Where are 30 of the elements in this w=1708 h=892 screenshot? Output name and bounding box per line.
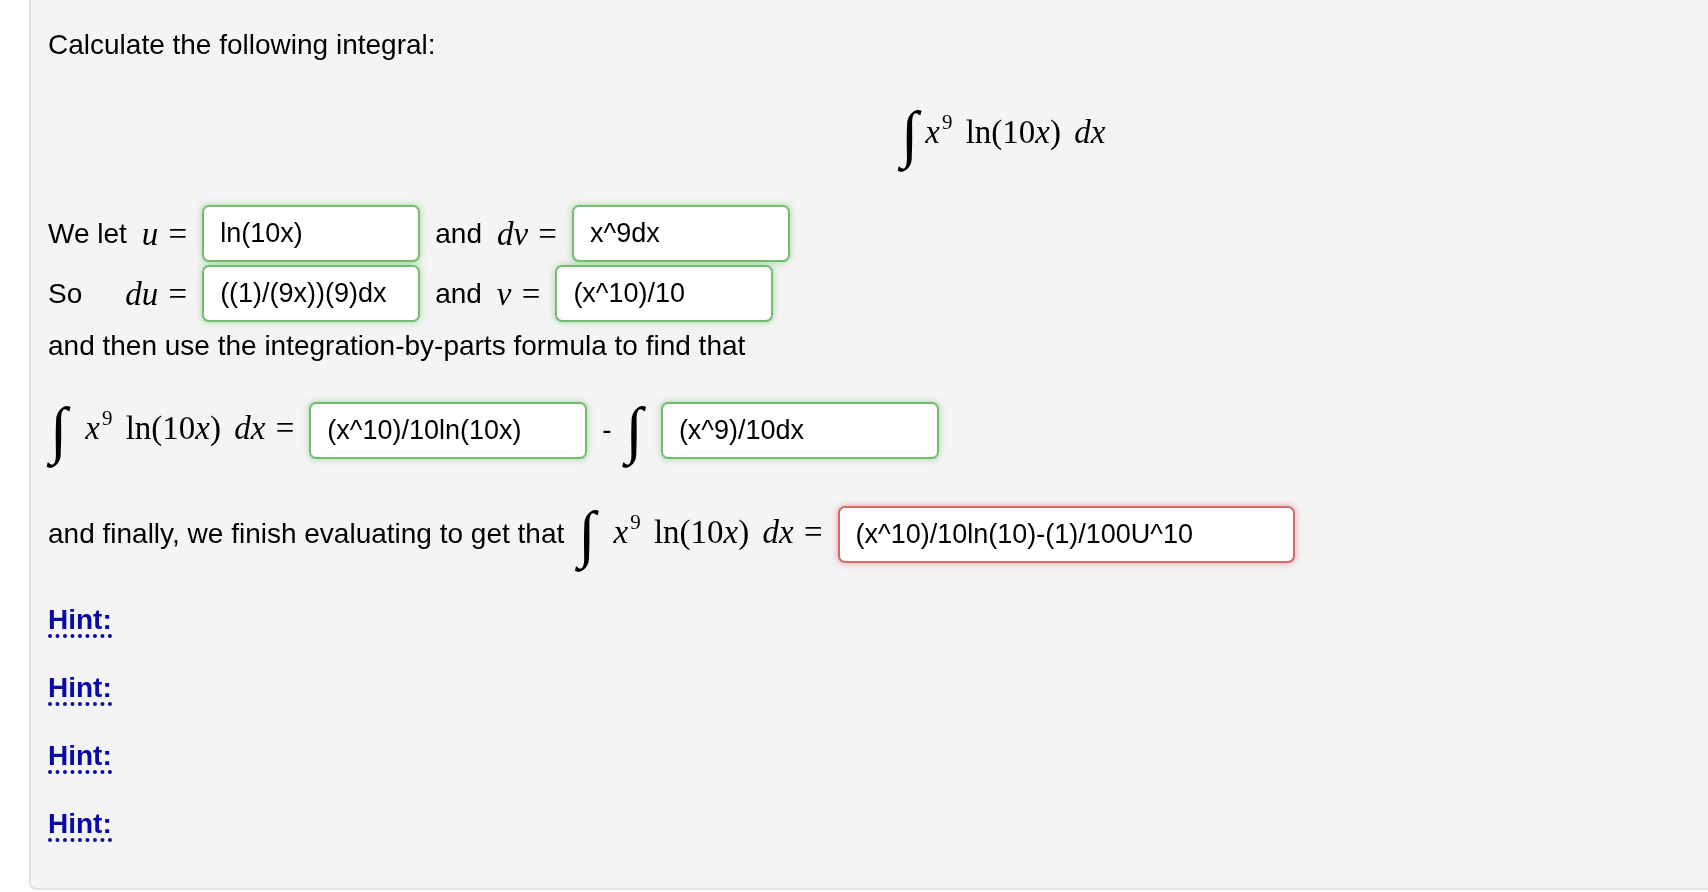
body-text: and finally, we finish evaluating to get that <box>48 518 565 550</box>
answer-field[interactable]: (x^10)/10ln(10)-(1)/100U^10 <box>837 505 1295 563</box>
math-expression: x$^{9}$ ln(10x) dx = <box>85 409 295 448</box>
integral-symbol: ∫ <box>43 388 75 472</box>
math-expression: du = <box>124 274 188 313</box>
body-text: and <box>435 277 482 310</box>
math-expression: v = <box>496 274 541 313</box>
answer-field[interactable]: (x^9)/10dx <box>660 401 939 459</box>
answer-field[interactable]: (x^10)/10ln(10x) <box>309 401 588 459</box>
integral-symbol: ∫ <box>894 92 926 176</box>
answer-field[interactable]: ((1)/(9x))(9)dx <box>202 265 421 322</box>
hint-link[interactable]: Hint: <box>48 674 112 706</box>
answer-field[interactable]: (x^10)/10 <box>555 265 774 322</box>
answer-field[interactable]: x^9dx <box>572 205 790 262</box>
math-expression: dv = <box>496 214 557 253</box>
integral-symbol: ∫ <box>571 492 603 576</box>
math-expression: u = <box>141 214 188 253</box>
body-text: We let <box>48 217 127 250</box>
body-text: So <box>48 277 83 310</box>
prompt-text: Calculate the following integral: <box>48 31 436 59</box>
body-text: and <box>435 217 482 250</box>
hint-link[interactable]: Hint: <box>48 742 112 774</box>
math-expression: x$^{9}$ ln(10x) dx <box>925 113 1106 152</box>
hint-link[interactable]: Hint: <box>48 606 112 638</box>
hint-link[interactable]: Hint: <box>48 810 112 842</box>
math-expression: x$^{9}$ ln(10x) dx = <box>613 513 823 552</box>
body-text: - <box>602 414 612 446</box>
integral-symbol: ∫ <box>618 388 650 472</box>
body-text: and then use the integration-by-parts formula to find that <box>48 330 746 362</box>
answer-field[interactable]: ln(10x) <box>202 205 421 262</box>
